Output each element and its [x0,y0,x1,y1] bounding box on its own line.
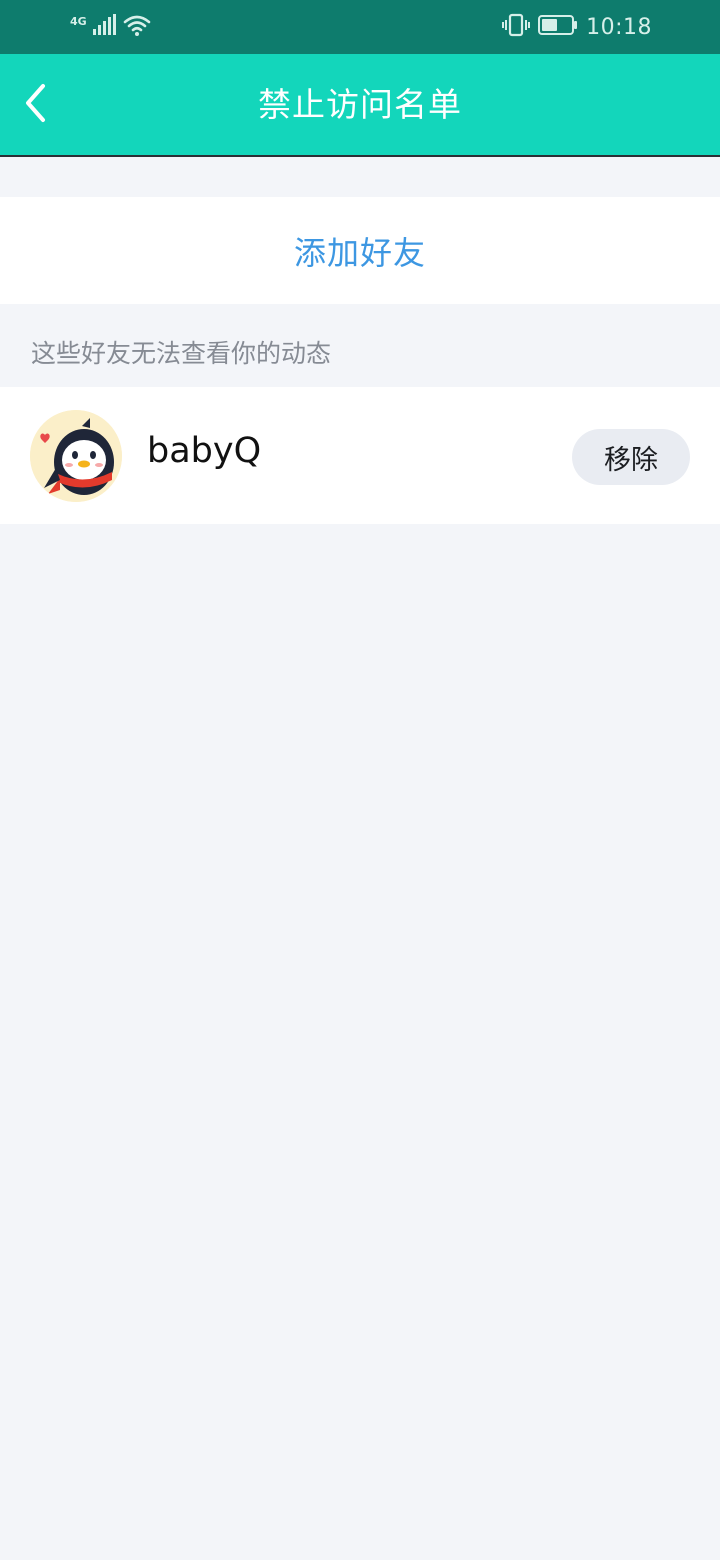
friend-name: babyQ [147,431,262,471]
chevron-left-icon [22,83,48,127]
back-button[interactable] [10,78,60,132]
page-title: 禁止访问名单 [258,85,462,124]
status-time: 10:18 [586,14,652,40]
section-note: 这些好友无法查看你的动态 [31,339,332,368]
vibrate-icon [502,13,531,41]
battery-icon [538,14,578,40]
wifi-icon [123,13,151,41]
header: 禁止访问名单 [0,54,720,157]
signal-icon [92,14,117,40]
avatar[interactable] [30,410,122,502]
add-friend-label: 添加好友 [293,233,426,272]
status-right: 10:18 [502,12,652,42]
penguin-avatar-icon [30,410,122,502]
network-type-label: 4G [70,14,87,28]
add-friend-button[interactable]: 添加好友 [0,197,720,304]
screen: 4G 10:18 禁止访问名单 添加好友 这些好友无法查看你的动态 babyQ … [0,0,720,1560]
status-left: 4G [70,14,151,40]
remove-button[interactable]: 移除 [572,429,690,485]
status-bar: 4G 10:18 [0,0,720,54]
list-item: babyQ 移除 [0,387,720,524]
